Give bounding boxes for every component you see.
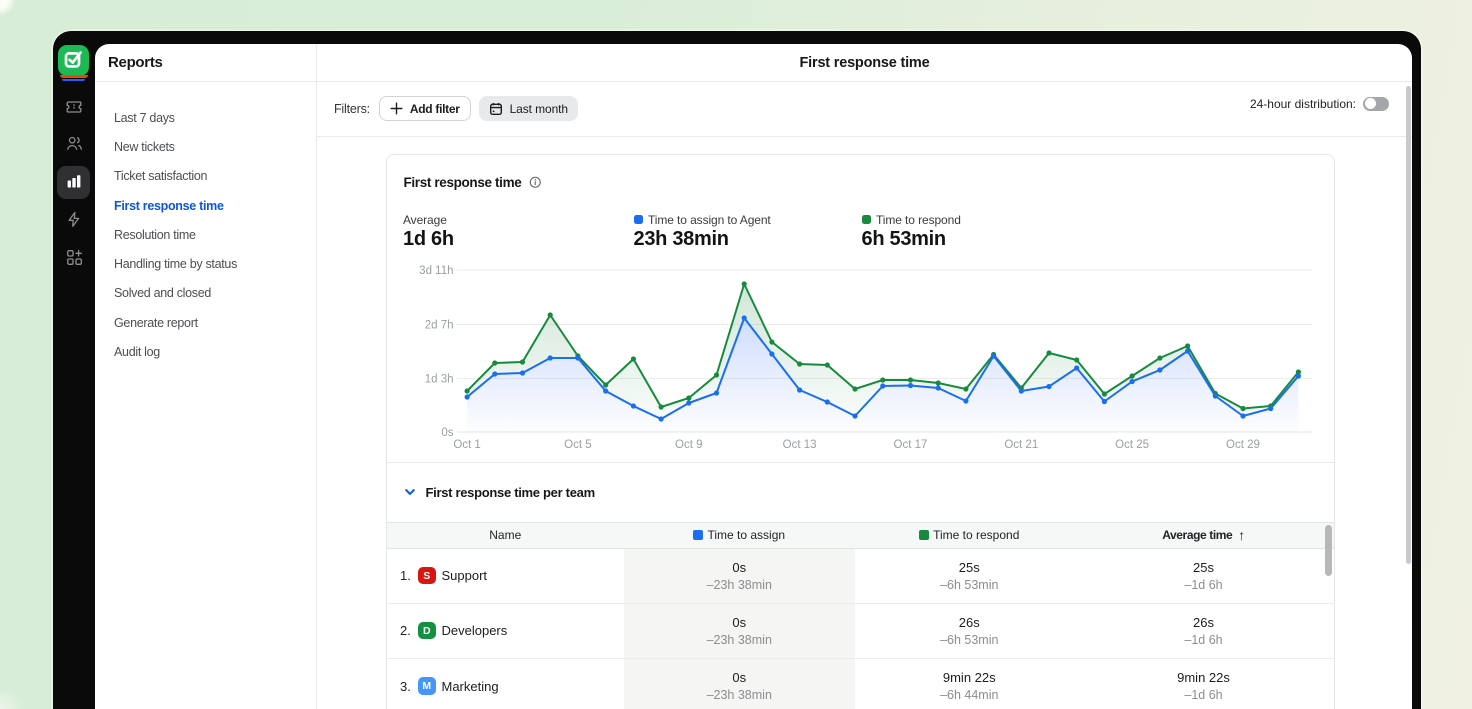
svg-text:3d 11h: 3d 11h xyxy=(419,265,453,277)
svg-text:Oct 21: Oct 21 xyxy=(1004,439,1038,451)
svg-text:2d 7h: 2d 7h xyxy=(424,319,453,331)
svg-text:1d 3h: 1d 3h xyxy=(424,373,453,385)
svg-text:Oct 17: Oct 17 xyxy=(893,439,927,451)
svg-text:Oct 29: Oct 29 xyxy=(1226,439,1260,451)
svg-text:0s: 0s xyxy=(441,427,453,439)
svg-text:Oct 13: Oct 13 xyxy=(782,439,816,451)
svg-text:Oct 25: Oct 25 xyxy=(1115,439,1149,451)
svg-text:Oct 1: Oct 1 xyxy=(453,439,480,451)
svg-text:Oct 5: Oct 5 xyxy=(564,439,591,451)
svg-text:Oct 9: Oct 9 xyxy=(675,439,702,451)
